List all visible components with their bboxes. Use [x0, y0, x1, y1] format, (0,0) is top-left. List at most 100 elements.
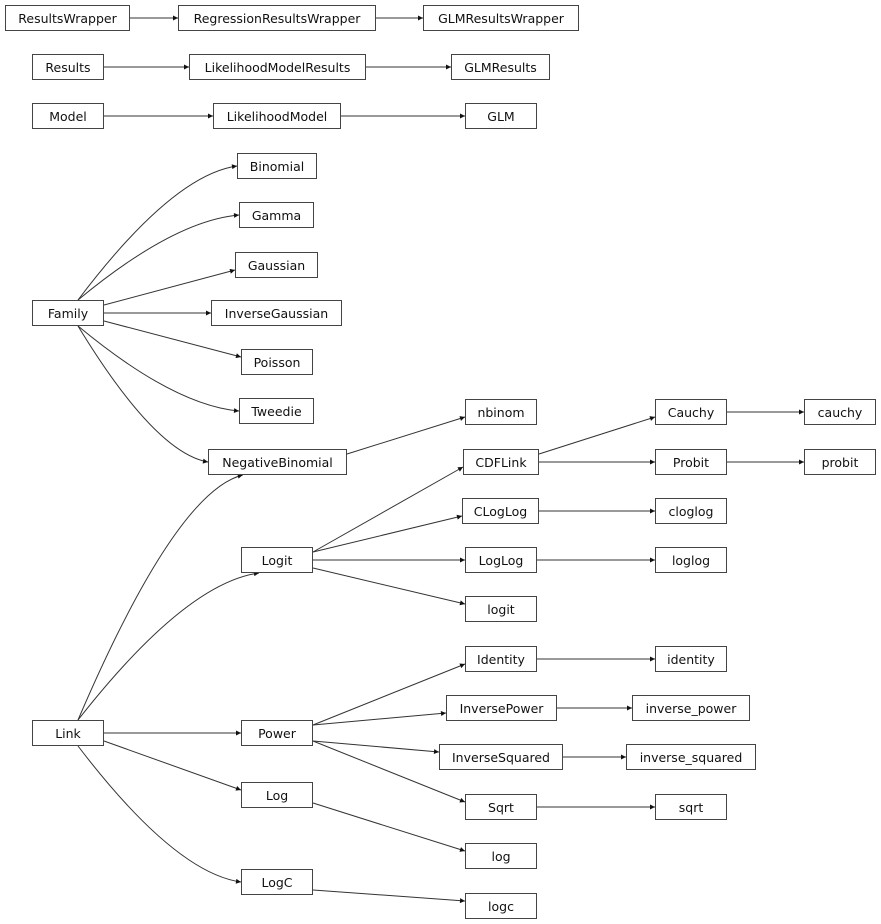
node-label: Gaussian — [247, 257, 306, 273]
node-label: Power — [258, 725, 296, 741]
node-family[interactable]: Family — [32, 300, 104, 326]
node-loglog[interactable]: loglog — [655, 547, 727, 573]
node-clog-log[interactable]: CLogLog — [462, 498, 539, 524]
node-sqrt[interactable]: Sqrt — [465, 794, 537, 820]
node-label: inverse_power — [645, 700, 737, 716]
node-label: Tweedie — [251, 403, 302, 419]
edge-negative-binomial-to-nbinom — [346, 416, 466, 455]
node-probit[interactable]: probit — [804, 449, 876, 475]
edge-link-to-negative-binomial — [77, 473, 243, 721]
node-cauchy[interactable]: cauchy — [804, 399, 876, 425]
node-label: NegativeBinomial — [222, 454, 333, 470]
node-probit[interactable]: Probit — [655, 449, 727, 475]
node-label: identity — [667, 651, 715, 667]
node-label: sqrt — [678, 799, 704, 815]
edge-power-to-inverse-power — [312, 710, 447, 726]
node-label: RegressionResultsWrapper — [193, 10, 361, 26]
node-regression-results-wrapper[interactable]: RegressionResultsWrapper — [178, 5, 376, 31]
node-logit[interactable]: logit — [465, 596, 537, 622]
node-cauchy[interactable]: Cauchy — [655, 399, 727, 425]
node-label: LikelihoodModelResults — [204, 59, 351, 75]
node-label: Logit — [261, 552, 293, 568]
node-results-wrapper[interactable]: ResultsWrapper — [5, 5, 130, 31]
node-link[interactable]: Link — [32, 720, 104, 746]
node-log-c[interactable]: LogC — [241, 869, 313, 895]
node-nbinom[interactable]: nbinom — [465, 399, 537, 425]
node-inverse-gaussian[interactable]: InverseGaussian — [211, 300, 342, 326]
node-likelihood-model-results[interactable]: LikelihoodModelResults — [189, 54, 366, 80]
node-log[interactable]: log — [465, 843, 537, 869]
node-poisson[interactable]: Poisson — [241, 349, 313, 375]
node-negative-binomial[interactable]: NegativeBinomial — [208, 449, 347, 475]
node-inverse-power[interactable]: InversePower — [446, 695, 557, 721]
edge-family-to-binomial — [77, 164, 238, 301]
edge-power-to-inverse-squared — [312, 740, 440, 755]
node-identity[interactable]: identity — [655, 646, 727, 672]
node-label: Gamma — [251, 207, 302, 223]
node-gamma[interactable]: Gamma — [239, 202, 314, 228]
node-inverse-power[interactable]: inverse_power — [632, 695, 750, 721]
node-label: LikelihoodModel — [226, 108, 328, 124]
edge-family-to-negative-binomial — [77, 325, 209, 464]
node-label: logit — [487, 601, 515, 617]
node-label: probit — [821, 454, 859, 470]
edge-logit-to-clog-log — [312, 514, 463, 553]
node-label: InversePower — [459, 700, 544, 716]
node-tweedie[interactable]: Tweedie — [239, 398, 314, 424]
node-label: CLogLog — [473, 503, 528, 519]
edge-link-to-logit — [77, 571, 260, 721]
node-label: Family — [47, 305, 89, 321]
node-label: Results — [45, 59, 91, 75]
node-label: log — [491, 848, 511, 864]
edge-power-to-identity — [312, 663, 466, 726]
edge-family-to-gamma — [77, 212, 240, 301]
node-log-log[interactable]: LogLog — [465, 547, 537, 573]
node-inverse-squared[interactable]: inverse_squared — [626, 744, 756, 770]
inheritance-diagram: ResultsWrapper RegressionResultsWrapper GL… — [0, 0, 881, 924]
node-label: Link — [55, 725, 81, 741]
node-label: cauchy — [817, 404, 863, 420]
node-label: GLMResults — [464, 59, 537, 75]
node-label: Model — [49, 108, 87, 124]
node-label: Binomial — [249, 158, 305, 174]
node-binomial[interactable]: Binomial — [237, 153, 317, 179]
node-label: InverseSquared — [452, 749, 550, 765]
edge-log-to-log — [312, 802, 466, 852]
node-cloglog[interactable]: cloglog — [655, 498, 727, 524]
node-glmresults-wrapper[interactable]: GLMResultsWrapper — [423, 5, 579, 31]
node-inverse-squared[interactable]: InverseSquared — [439, 744, 563, 770]
node-glm[interactable]: GLM — [465, 103, 537, 129]
node-label: Poisson — [253, 354, 301, 370]
node-identity[interactable]: Identity — [465, 646, 537, 672]
edge-family-to-tweedie — [77, 325, 240, 414]
node-power[interactable]: Power — [241, 720, 313, 746]
node-gaussian[interactable]: Gaussian — [235, 252, 318, 278]
node-label: GLMResultsWrapper — [438, 10, 564, 26]
node-cdflink[interactable]: CDFLink — [463, 449, 539, 475]
node-label: Log — [265, 787, 289, 803]
node-label: ResultsWrapper — [18, 10, 117, 26]
node-glmresults[interactable]: GLMResults — [451, 54, 550, 80]
node-results[interactable]: Results — [32, 54, 104, 80]
edge-family-to-poisson — [103, 320, 242, 359]
node-label: nbinom — [477, 404, 525, 420]
node-label: Sqrt — [488, 799, 514, 815]
node-label: inverse_squared — [639, 749, 743, 765]
node-label: Cauchy — [667, 404, 715, 420]
node-logit[interactable]: Logit — [241, 547, 313, 573]
node-model[interactable]: Model — [32, 103, 104, 129]
edge-link-to-log-c — [77, 745, 242, 884]
node-label: LogC — [261, 874, 293, 890]
node-likelihood-model[interactable]: LikelihoodModel — [213, 103, 341, 129]
edge-logit-to-cdflink — [312, 466, 464, 553]
node-label: InverseGaussian — [224, 305, 329, 321]
node-log[interactable]: Log — [241, 782, 313, 808]
node-label: loglog — [671, 552, 711, 568]
node-label: Identity — [477, 651, 525, 667]
node-label: Probit — [672, 454, 710, 470]
edge-logit-to-logit — [312, 567, 466, 606]
node-sqrt[interactable]: sqrt — [655, 794, 727, 820]
edge-log-c-to-logc — [312, 889, 466, 904]
edge-cdflink-to-cauchy — [538, 416, 656, 455]
node-logc[interactable]: logc — [465, 893, 537, 919]
